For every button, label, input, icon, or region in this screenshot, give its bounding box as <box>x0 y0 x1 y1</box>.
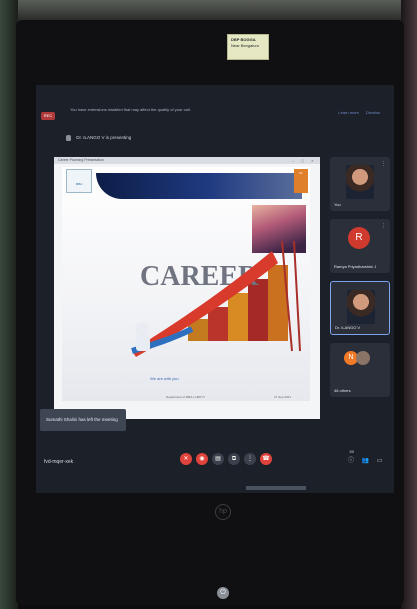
info-icon[interactable]: ⓘ <box>348 458 354 464</box>
people-icon[interactable]: 👥 <box>362 458 369 464</box>
participant-count: 50 <box>349 449 354 454</box>
participant-tile-active[interactable]: Dr. ILANGO V <box>330 281 390 335</box>
slide-number-tag: 01 <box>294 169 308 193</box>
browser-bar: Career Planning Presentation – ▢ ✕ <box>54 157 320 164</box>
side-controls: ⓘ 👥 ▭ <box>342 455 383 464</box>
chat-icon[interactable]: ▭ <box>377 458 383 464</box>
window-controls-icon: – ▢ ✕ <box>291 159 317 163</box>
presenting-banner: Dr. ILANGO V is presenting <box>66 135 131 141</box>
slide-tagline: We are with you <box>150 376 179 381</box>
shared-screen: Career Planning Presentation – ▢ ✕ MBA 0… <box>54 157 320 419</box>
sticker-subtitle: Near Bengaluru <box>231 43 260 48</box>
mic-icon: ⋮ <box>381 161 386 167</box>
participant-name: Dr. ILANGO V <box>335 325 361 330</box>
extension-actions: Learn more Dismiss <box>332 110 380 115</box>
participant-name: 46 others <box>334 388 351 393</box>
present-icon[interactable]: ⧉ <box>228 453 240 465</box>
power-button-icon[interactable]: ⏻ <box>217 587 229 599</box>
participant-initial-avatar: R <box>348 227 370 249</box>
recording-badge: REC <box>41 112 55 120</box>
participant-name: You <box>334 202 341 207</box>
presenting-text: Dr. ILANGO V is presenting <box>76 135 132 141</box>
end-call-icon[interactable]: ☎ <box>260 453 272 465</box>
meet-screen: REC You have extensions installed that m… <box>36 85 394 493</box>
browser-tab-title: Career Planning Presentation <box>58 158 104 162</box>
learn-more-link[interactable]: Learn more <box>338 110 358 115</box>
captions-icon[interactable]: ▤ <box>212 453 224 465</box>
monitor-sticker: DBP BOGGA Near Bengaluru <box>227 34 269 60</box>
career-illustration: CAREER <box>131 240 301 357</box>
extension-warning: You have extensions installed that may a… <box>70 107 191 112</box>
background-wall-top <box>0 0 417 22</box>
more-options-icon[interactable]: ⋮ <box>244 453 256 465</box>
mic-icon: ⋮ <box>381 223 386 229</box>
participant-name: Ramya Priyadharshini J <box>334 264 377 269</box>
mic-off-icon[interactable]: ✕ <box>180 453 192 465</box>
slide-banner <box>96 173 302 199</box>
participants-panel: ⋮ You R ⋮ Ramya Priyadharshini J Dr. ILA… <box>330 157 394 417</box>
participant-avatar <box>346 165 374 199</box>
presentation-strip <box>246 486 306 490</box>
participant-tile[interactable]: N 46 others <box>330 343 390 397</box>
hp-logo-icon: hp <box>215 504 231 520</box>
notification-toast: Sumathi Shalini has left the meeting <box>40 409 126 431</box>
presenter-icon <box>66 135 71 141</box>
meeting-controls-bar: fvd-mqer-xek ✕ ◉ ▤ ⧉ ⋮ ☎ 50 ⓘ 👥 ▭ <box>36 437 394 493</box>
slide-footer-left: Department of MBA | CMR IT <box>166 395 205 399</box>
participant-tile[interactable]: ⋮ You <box>330 157 390 211</box>
participant-avatar <box>356 351 370 365</box>
participant-tile[interactable]: R ⋮ Ramya Priyadharshini J <box>330 219 390 273</box>
camera-off-icon[interactable]: ◉ <box>196 453 208 465</box>
slide-footer-right: 27 Sep 2021 <box>274 395 292 399</box>
presentation-slide: MBA 01 CAREER We are with you Department… <box>62 167 310 401</box>
dismiss-button[interactable]: Dismiss <box>366 110 380 115</box>
meeting-code[interactable]: fvd-mqer-xek <box>44 459 73 465</box>
slide-logo: MBA <box>66 169 92 193</box>
participant-avatar <box>347 290 375 324</box>
